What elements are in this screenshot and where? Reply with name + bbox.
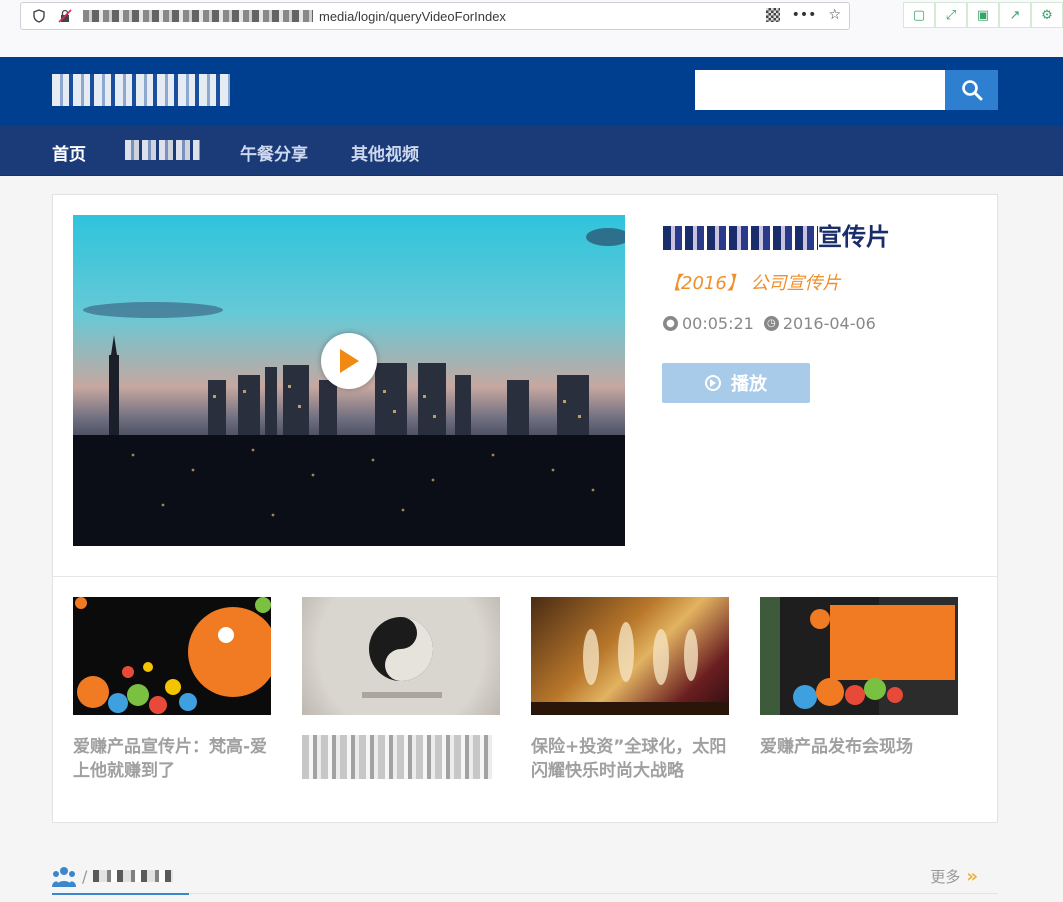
featured-video-thumbnail[interactable] [73,215,625,546]
url-text[interactable]: media/login/queryVideoForIndex [319,9,506,24]
publish-date: 2016-04-06 [782,314,876,333]
video-thumbnail-4[interactable] [760,597,958,715]
search-button[interactable] [945,70,998,110]
more-label: 更多 [930,868,961,886]
play-circle-icon [705,375,721,391]
video-thumbnail-1[interactable] [73,597,271,715]
address-bar[interactable]: media/login/queryVideoForIndex ••• ☆ [20,2,850,30]
site-logo[interactable] [52,74,230,106]
more-actions-icon[interactable]: ••• [792,7,817,23]
save-icon[interactable]: ▣ [967,2,999,28]
insecure-lock-icon[interactable] [57,8,73,24]
more-link[interactable]: 更多 » [930,866,978,887]
featured-title-suffix: 宣传片 [818,223,890,251]
play-button-label: 播放 [731,374,767,395]
featured-title-redacted [663,226,818,250]
video-caption-4[interactable]: 爱赚产品发布会现场 [760,735,958,759]
extension-toolbar: ▢ ⤢ ▣ ↗ ⚙ [903,2,1063,28]
video-thumbnail-2[interactable] [302,597,500,715]
section-slash: / [82,866,88,886]
browser-toolbar: media/login/queryVideoForIndex ••• ☆ ▢ ⤢… [0,0,1063,57]
video-thumbnail-3[interactable] [531,597,729,715]
double-chevron-right-icon: » [966,866,978,887]
share-icon[interactable]: ↗ [999,2,1031,28]
expand-icon[interactable]: ⤢ [935,2,967,28]
video-caption-3[interactable]: 保险+投资”全球化，太阳闪耀快乐时尚大战略 [531,735,729,783]
bookmark-star-icon[interactable]: ☆ [828,7,841,23]
search-input[interactable] [695,70,945,110]
nav-item-home[interactable]: 首页 [52,140,86,165]
featured-title: 宣传片 [663,217,890,252]
group-users-icon [52,865,76,887]
featured-card: 宣传片 【2016】 公司宣传片 ● 00:05:21 ◷ 2016-04-06… [52,194,998,823]
bookmark-icon[interactable]: ▢ [903,2,935,28]
nav-item-other-videos[interactable]: 其他视频 [351,140,419,165]
clock-icon: ◷ [763,316,779,331]
search-icon [961,80,982,101]
site-header [0,57,1063,126]
featured-subtitle: 【2016】 公司宣传片 [663,273,841,294]
play-overlay-button[interactable] [321,333,377,389]
featured-meta: ● 00:05:21 ◷ 2016-04-06 [663,314,876,333]
video-caption-2-redacted[interactable] [302,735,492,779]
play-button[interactable]: 播放 [662,363,810,403]
section-tab[interactable]: / [52,859,189,895]
video-caption-1[interactable]: 爱赚产品宣传片：梵高-爱上他就赚到了 [73,735,271,783]
nav-item-redacted[interactable] [125,140,200,160]
film-reel-icon: ● [663,316,678,331]
qrcode-icon[interactable] [765,8,780,22]
section-header: / 更多 » [52,856,998,895]
url-host-redacted [83,10,313,22]
play-icon [340,349,359,373]
divider [53,576,997,577]
section-title-redacted [93,870,174,882]
nav-item-lunch-share[interactable]: 午餐分享 [240,140,308,165]
duration: 00:05:21 [682,314,754,333]
settings-icon[interactable]: ⚙ [1031,2,1063,28]
shield-icon[interactable] [31,8,47,24]
